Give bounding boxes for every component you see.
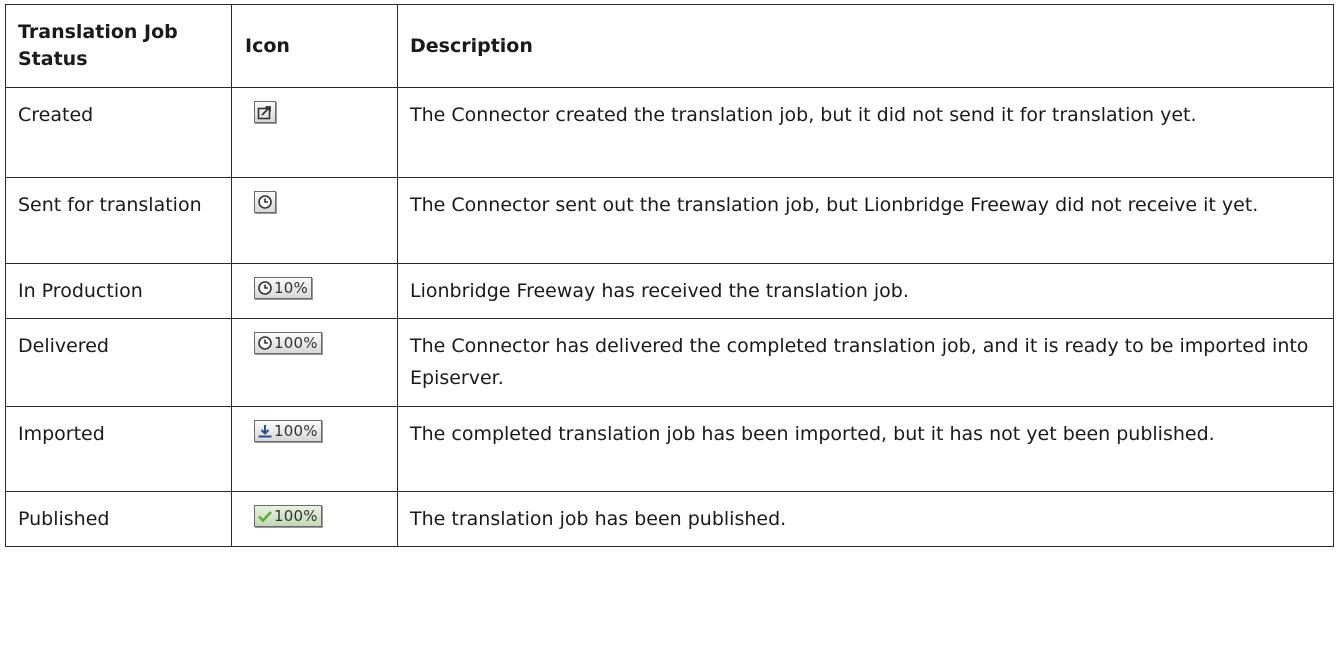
clock-percent-icon: 10%: [254, 277, 312, 299]
table-row: Published 100% The translation job has b…: [5, 491, 1334, 547]
created-icon: [254, 101, 276, 123]
icon-percent-label: 100%: [274, 507, 318, 525]
status-delivered: Delivered: [5, 318, 232, 407]
icon-percent-label: 100%: [274, 334, 318, 352]
description-published: The translation job has been published.: [397, 491, 1334, 547]
description-created: The Connector created the translation jo…: [397, 87, 1334, 178]
status-created: Created: [5, 87, 232, 178]
status-in-production: In Production: [5, 263, 232, 319]
header-icon: Icon: [231, 4, 398, 88]
table-row: Created The Connector created the transl…: [5, 87, 1334, 178]
table-row: Imported 100% The completed translation …: [5, 406, 1334, 492]
table-row: In Production 10% Lionbridge Freeway has…: [5, 263, 1334, 319]
status-table: Translation Job Status Icon Description …: [5, 4, 1334, 547]
description-in-production: Lionbridge Freeway has received the tran…: [397, 263, 1334, 319]
status-sent: Sent for translation: [5, 177, 232, 264]
checkmark-percent-icon: 100%: [254, 505, 322, 527]
description-sent: The Connector sent out the translation j…: [397, 177, 1334, 264]
table-row: Sent for translation The Connector sent …: [5, 177, 1334, 264]
description-delivered: The Connector has delivered the complete…: [397, 318, 1334, 407]
download-percent-icon: 100%: [254, 420, 322, 442]
icon-percent-label: 100%: [274, 422, 318, 440]
table-header-row: Translation Job Status Icon Description: [5, 4, 1334, 88]
header-description: Description: [397, 4, 1334, 88]
status-published: Published: [5, 491, 232, 547]
header-status: Translation Job Status: [5, 4, 232, 88]
icon-percent-label: 10%: [274, 279, 308, 297]
description-imported: The completed translation job has been i…: [397, 406, 1334, 492]
clock-icon: [254, 191, 276, 213]
table-row: Delivered 100% The Connector has deliver…: [5, 318, 1334, 407]
status-imported: Imported: [5, 406, 232, 492]
clock-percent-icon: 100%: [254, 332, 322, 354]
